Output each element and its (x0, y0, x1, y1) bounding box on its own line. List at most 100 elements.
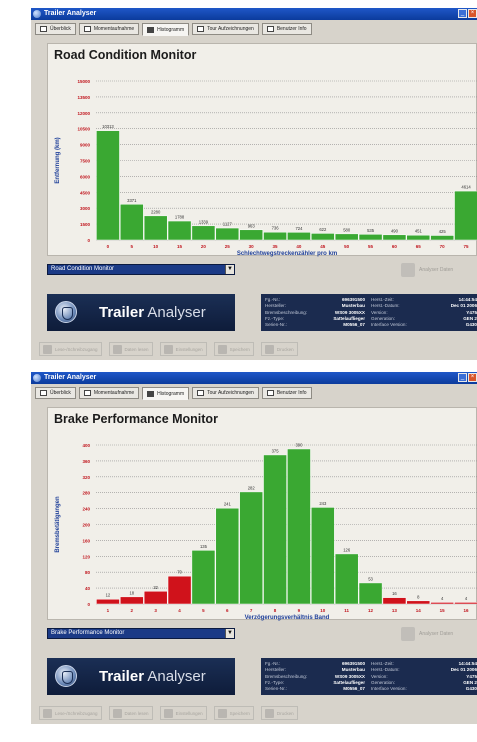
x-tick-label: 8 (274, 608, 277, 613)
data-label: 3371 (127, 198, 137, 203)
tab-bar: Überblick Momentaufnahme Histogramm Tour… (35, 23, 312, 36)
tab-overview[interactable]: Überblick (35, 23, 76, 35)
y-tick-label: 240 (82, 507, 90, 512)
y-tick-label: 13500 (77, 95, 90, 100)
monitor-select[interactable]: Road Condition Monitor ▼ (47, 264, 235, 275)
x-tick-label: 50 (344, 244, 350, 249)
monitor-select-value: Road Condition Monitor (51, 266, 115, 272)
chevron-down-icon[interactable]: ▼ (225, 629, 234, 638)
bar (191, 225, 216, 241)
toolbar-button: Einstellungen (159, 342, 207, 356)
bar (239, 229, 263, 241)
tab-histogram[interactable]: Histogramm (142, 23, 190, 36)
histogram-panel: 0 1500 3000 4500 6000 7500 9000 10500 12000 13500… (47, 43, 477, 257)
toolbar-button: Speichern (213, 706, 254, 720)
toolbar-icon (112, 344, 122, 354)
toolbar-button: Einstellungen (159, 706, 207, 720)
info-labels-right: Herst.-Zeit: Herst.-Datum: Version: Gene… (371, 297, 407, 328)
info-label: Serien-Nr.: (265, 322, 287, 328)
tab-snapshot[interactable]: Momentaufnahme (78, 23, 140, 35)
tab-icon (197, 390, 205, 396)
bar (406, 234, 431, 241)
data-label: 724 (295, 226, 303, 231)
bar (215, 227, 240, 241)
bar (358, 582, 383, 605)
y-tick-label: 3000 (80, 206, 91, 211)
minimize-button[interactable]: _ (458, 373, 467, 382)
data-label: 12 (106, 593, 111, 598)
tab-snapshot[interactable]: Momentaufnahme (78, 387, 140, 399)
chevron-down-icon[interactable]: ▼ (225, 265, 234, 274)
close-button[interactable]: × (468, 373, 477, 382)
data-icon (401, 627, 415, 641)
toolbar-button: Lese-/Schreibzugang (39, 342, 102, 356)
x-tick-label: 2 (131, 608, 134, 613)
info-label: Bremsbeschreibung: (265, 309, 308, 315)
tab-icon (147, 26, 155, 33)
y-tick-label: 15000 (77, 79, 90, 84)
toolbar-button: Speichern (213, 342, 254, 356)
tab-label: Histogramm (157, 390, 185, 397)
tab-user-info[interactable]: Benutzer Info (261, 387, 312, 399)
title-bar: Trailer Analyser _ × (31, 372, 477, 384)
bar (96, 130, 120, 241)
x-tick-label: 6 (226, 608, 229, 613)
data-label: 4 (465, 596, 468, 601)
data-label: 53 (368, 576, 373, 581)
x-tick-label: 13 (392, 608, 398, 613)
toolbar-label: Lese-/Schreibzugang (55, 346, 98, 352)
info-labels-right: Herst.-Zeit: Herst.-Datum: Version: Gene… (371, 661, 407, 692)
toolbar-icon (264, 708, 274, 718)
toolbar-button: Lese-/Schreibzugang (39, 706, 102, 720)
tab-label: Benutzer Info (276, 390, 307, 396)
toolbar-button: Daten lesen (108, 706, 153, 720)
bar (287, 448, 311, 605)
tab-overview[interactable]: Überblick (35, 387, 76, 399)
tab-label: Überblick (50, 26, 71, 32)
data-label: 10313 (102, 124, 114, 129)
tab-tour-records[interactable]: Tour Aufzeichnungen (192, 387, 259, 399)
tab-histogram[interactable]: Histogramm (142, 387, 190, 400)
analyser-data-button: Analyser Daten (401, 261, 461, 279)
monitor-select[interactable]: Brake Performance Monitor ▼ (47, 628, 235, 639)
bar (454, 602, 477, 605)
toolbar-icon (217, 344, 227, 354)
data-label: 8 (417, 594, 420, 599)
brand-name: Trailer Analyser (99, 304, 206, 321)
toolbar-label: Lese-/Schreibzugang (55, 710, 98, 716)
tab-icon (83, 390, 91, 396)
x-tick-label: 12 (368, 608, 374, 613)
bar (358, 234, 383, 241)
toolbar-label: Drucken (276, 710, 294, 716)
data-label: 4614 (461, 185, 471, 190)
y-tick-label: 160 (82, 538, 90, 543)
minimize-button[interactable]: _ (458, 9, 467, 18)
x-tick-label: 55 (368, 244, 374, 249)
close-button[interactable]: × (468, 9, 477, 18)
toolbar-label: Speichern (229, 710, 250, 716)
x-tick-label: 15 (440, 608, 446, 613)
toolbar-label: Einstellungen (175, 710, 203, 716)
data-label: 375 (272, 448, 280, 453)
tab-tour-records[interactable]: Tour Aufzeichnungen (192, 23, 259, 35)
toolbar-icon (163, 708, 173, 718)
y-tick-label: 12000 (77, 111, 90, 116)
x-tick-label: 4 (178, 608, 181, 613)
tab-user-info[interactable]: Benutzer Info (261, 23, 312, 35)
info-value: G430 (465, 322, 477, 328)
bar (311, 507, 335, 605)
bar (263, 454, 287, 605)
panel-title: Brake Performance Monitor (54, 412, 218, 426)
data-label: 1788 (175, 215, 185, 220)
y-tick-label: 200 (82, 523, 90, 528)
app-window: Trailer Analyser _ × Überblick Momentauf… (31, 8, 477, 360)
shield-logo-icon (55, 301, 77, 323)
histogram-chart: 0408012016020024028032036040012118232370… (55, 442, 477, 621)
toolbar-button: Drucken (260, 342, 298, 356)
bar (430, 602, 454, 605)
x-tick-label: 10 (320, 608, 326, 613)
info-values-left: 696391500 Musterbau WS09 3005XX Sattelau… (313, 297, 365, 328)
data-label: 1127 (223, 222, 233, 227)
tab-label: Momentaufnahme (93, 26, 135, 32)
bar (120, 596, 144, 605)
